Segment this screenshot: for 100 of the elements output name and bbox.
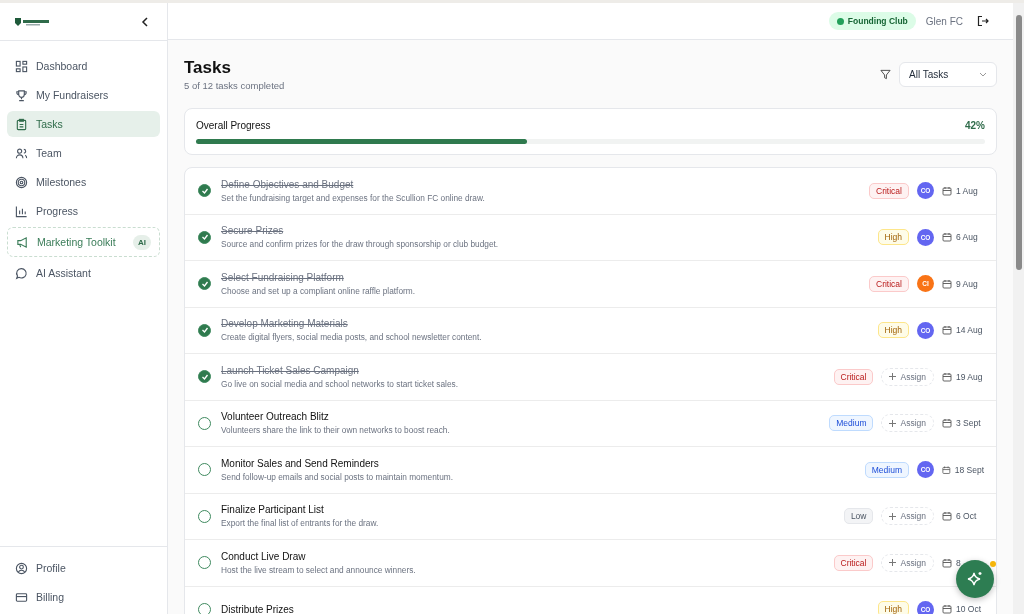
sidebar-item[interactable]: Progress — [7, 198, 160, 224]
task-description: Source and confirm prizes for the draw through sponsorship or club budget. — [221, 239, 500, 250]
calendar-icon — [942, 278, 952, 289]
task-title: Develop Marketing Materials — [221, 318, 349, 330]
calendar-icon — [942, 325, 952, 336]
task-description: Host the live stream to select and announce winners. — [221, 564, 417, 575]
chart-icon — [15, 204, 28, 218]
priority-tag: High — [877, 229, 909, 246]
plus-icon — [889, 373, 897, 381]
checkmark-icon — [200, 326, 209, 335]
chat-icon — [15, 266, 28, 280]
target-icon — [15, 175, 28, 189]
checkmark-icon — [200, 372, 209, 381]
task-checkbox[interactable] — [198, 277, 211, 291]
page-subtitle: 5 of 12 tasks completed — [184, 80, 285, 91]
sidebar-item[interactable]: Marketing Toolkit AI — [7, 227, 160, 257]
assign-button[interactable]: Assign — [881, 553, 934, 572]
task-checkbox[interactable] — [198, 323, 211, 337]
calendar-icon — [942, 185, 952, 196]
due-date: 19 Aug — [956, 371, 983, 382]
sidebar-item[interactable]: Billing — [7, 584, 160, 610]
task-title: Conduct Live Draw — [221, 550, 307, 562]
notification-dot — [990, 561, 996, 567]
priority-tag: Low — [843, 508, 874, 525]
grid-icon — [15, 59, 28, 73]
users-icon — [15, 146, 28, 160]
calendar-icon — [942, 511, 952, 522]
task-title: Volunteer Outreach Blitz — [221, 411, 330, 423]
club-name: Glen FC — [925, 15, 963, 27]
filter-dropdown[interactable]: All Tasks — [899, 62, 997, 87]
sparkle-icon — [967, 571, 983, 587]
filter-icon[interactable] — [880, 69, 891, 80]
task-title: Monitor Sales and Send Reminders — [221, 457, 380, 469]
task-description: Choose and set up a compliant online raffle platform. — [221, 285, 417, 296]
due-date: 18 Sept — [954, 464, 984, 475]
due-date: 6 Aug — [956, 232, 978, 243]
collapse-icon[interactable] — [141, 16, 149, 27]
plus-icon — [889, 559, 897, 567]
scrollbar[interactable] — [1013, 3, 1024, 614]
sidebar-item[interactable]: AI Assistant — [7, 260, 160, 286]
task-title: Secure Prizes — [221, 225, 285, 237]
assign-button[interactable]: Assign — [881, 507, 934, 526]
task-description: Set the fundraising target and expenses for the Scullion FC online draw. — [221, 192, 486, 203]
sidebar-item[interactable]: Milestones — [7, 169, 160, 195]
task-checkbox[interactable] — [198, 370, 211, 384]
task-description: Create digital flyers, social media posts, and school newsletter content. — [221, 332, 483, 343]
checkmark-icon — [200, 233, 209, 242]
assign-button[interactable]: Assign — [881, 414, 934, 433]
due-date: 1 Aug — [956, 185, 978, 196]
due-date: 3 Sept — [956, 418, 981, 429]
assign-button[interactable]: Assign — [881, 367, 934, 386]
chevron-down-icon — [979, 72, 987, 77]
checkmark-icon — [200, 186, 209, 195]
club-badge: Founding Club — [828, 12, 916, 30]
task-description: Export the final list of entrants for the draw. — [221, 518, 380, 529]
page-title: Tasks — [184, 58, 232, 78]
due-date: 9 Aug — [956, 278, 978, 289]
progress-reading: 42% — [965, 120, 985, 131]
ai-badge: AI — [133, 234, 151, 250]
trophy-icon — [15, 88, 28, 102]
calendar-icon — [942, 557, 952, 568]
calendar-icon — [942, 232, 952, 243]
logo-icon — [14, 15, 50, 28]
calendar-icon — [942, 604, 952, 614]
clipboard-icon — [15, 117, 28, 131]
priority-tag: High — [877, 601, 909, 614]
sidebar-item[interactable]: Dashboard — [7, 53, 160, 79]
sidebar-item[interactable]: My Fundraisers — [7, 82, 160, 108]
priority-tag: Critical — [833, 554, 874, 571]
task-description: Go live on social media and school networks to start ticket sales. — [221, 378, 460, 389]
sidebar-item[interactable]: Tasks — [7, 111, 160, 137]
priority-tag: Critical — [869, 275, 909, 292]
logout-icon[interactable] — [977, 15, 989, 27]
priority-tag: Medium — [829, 415, 874, 432]
task-description: Send follow-up emails and social posts to maintain momentum. — [221, 471, 454, 482]
task-checkbox[interactable] — [198, 230, 211, 244]
calendar-icon — [942, 418, 952, 429]
sidebar-item[interactable]: Profile — [7, 555, 160, 581]
megaphone-icon — [16, 235, 29, 249]
sidebar-item[interactable]: Team — [7, 140, 160, 166]
priority-tag: High — [877, 322, 909, 339]
task-title: Distribute Prizes — [221, 603, 295, 614]
priority-tag: Critical — [833, 368, 874, 385]
priority-tag: Critical — [869, 182, 909, 199]
task-title: Define Objectives and Budget — [221, 178, 355, 190]
due-date: 14 Aug — [956, 325, 983, 336]
task-checkbox[interactable] — [198, 184, 211, 198]
task-description: Volunteers share the link to their own networks to boost reach. — [221, 425, 451, 436]
calendar-icon — [942, 464, 951, 475]
plus-icon — [889, 512, 897, 520]
task-title: Select Fundraising Platform — [221, 271, 345, 283]
due-date: 8 — [956, 557, 961, 568]
due-date: 6 Oct — [956, 511, 977, 522]
progress-label: Overall Progress — [196, 120, 271, 131]
checkmark-icon — [200, 279, 209, 288]
credit-card-icon — [15, 590, 28, 604]
plus-icon — [889, 419, 897, 427]
profile-icon — [15, 561, 28, 575]
due-date: 10 Oct — [956, 604, 982, 614]
task-title: Finalize Participant List — [221, 504, 325, 516]
